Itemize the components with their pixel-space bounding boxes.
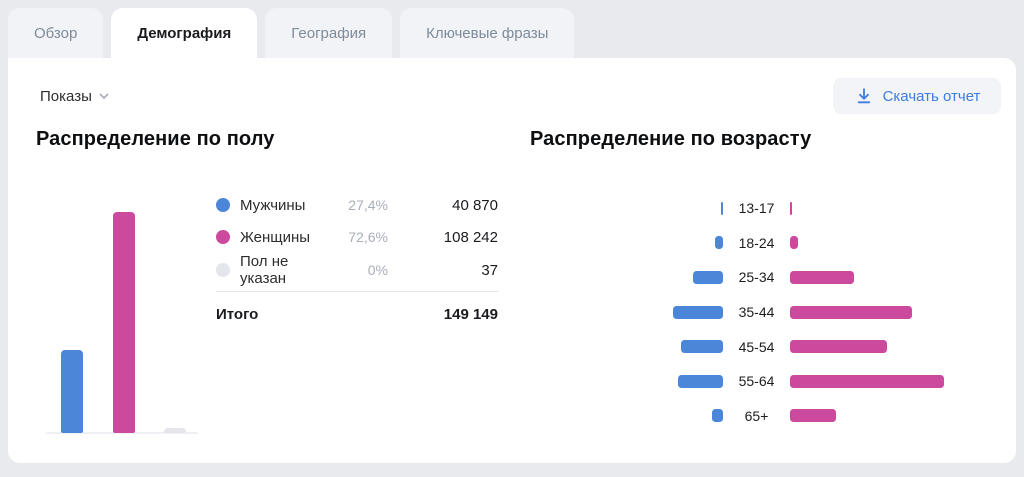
tab-overview[interactable]: Обзор [8,8,103,58]
age-group-label: 65+ [723,408,790,424]
stats-card: Показы Скачать отчет Распределение по по… [8,58,1016,463]
legend-percent: 72,6% [318,229,388,245]
age-row-65+: 65+ [545,399,1010,434]
age-men-zone [545,409,723,422]
age-bar-men [715,236,723,249]
age-men-zone [545,236,723,249]
age-group-label: 45-54 [723,339,790,355]
legend-row-unspecified: Пол не указан0%37 [216,253,498,285]
metric-dropdown-label: Показы [40,88,92,105]
age-women-zone [790,409,1010,422]
age-row-25-34: 25-34 [545,260,1010,295]
legend-label: Пол не указан [240,253,318,287]
age-group-label: 55-64 [723,373,790,389]
age-women-zone [790,306,1010,319]
gender-bar-unspecified [164,428,186,433]
age-bar-women [790,306,912,319]
gender-bar-men [61,350,83,433]
legend-label: Женщины [240,229,318,246]
age-row-35-44: 35-44 [545,295,1010,330]
age-row-45-54: 45-54 [545,329,1010,364]
age-bar-men [681,340,723,353]
age-bar-women [790,271,854,284]
legend-total-row: Итого 149 149 [216,291,498,336]
tab-geography[interactable]: География [265,8,392,58]
age-bar-women [790,340,887,353]
age-women-zone [790,202,1010,215]
legend-percent: 27,4% [318,197,388,213]
age-bar-women [790,375,944,388]
legend-row-men: Мужчины27,4%40 870 [216,189,498,221]
tab-bar: ОбзорДемографияГеографияКлючевые фразы [8,8,574,58]
age-men-zone [545,340,723,353]
age-women-zone [790,236,1010,249]
age-women-zone [790,340,1010,353]
age-group-label: 13-17 [723,200,790,216]
legend-total-label: Итого [216,306,388,323]
age-group-label: 25-34 [723,269,790,285]
download-report-label: Скачать отчет [883,88,981,105]
age-bar-men [693,271,723,284]
age-bar-women [790,409,836,422]
age-bar-men [712,409,723,422]
gender-bar-women [113,212,135,433]
age-men-zone [545,306,723,319]
legend-percent: 0% [318,262,388,278]
age-bar-men [678,375,723,388]
age-women-zone [790,375,1010,388]
age-bar-women [790,236,798,249]
legend-label: Мужчины [240,197,318,214]
age-bar-men [673,306,723,319]
chevron-down-icon [97,89,111,103]
gender-bar-chart [46,206,198,434]
legend-value: 40 870 [388,197,498,214]
legend-total-value: 149 149 [388,306,498,323]
age-group-label: 18-24 [723,235,790,251]
gender-chart-title: Распределение по полу [36,128,275,151]
tab-demography[interactable]: Демография [111,8,257,58]
age-women-zone [790,271,1010,284]
legend-value: 37 [388,262,498,279]
legend-value: 108 242 [388,229,498,246]
age-bar-women [790,202,792,215]
gender-legend: Мужчины27,4%40 870Женщины72,6%108 242Пол… [216,189,498,336]
legend-color-dot [216,263,230,277]
legend-color-dot [216,230,230,244]
age-row-13-17: 13-17 [545,191,1010,226]
download-icon [854,86,874,106]
age-group-label: 35-44 [723,304,790,320]
download-report-button[interactable]: Скачать отчет [833,78,1001,114]
age-bar-chart: 13-17 18-24 25-34 35-44 45-54 55-64 65+ [545,191,1010,433]
age-men-zone [545,202,723,215]
legend-color-dot [216,198,230,212]
metric-dropdown[interactable]: Показы [40,84,111,108]
age-chart-title: Распределение по возрасту [530,128,811,151]
age-men-zone [545,271,723,284]
age-men-zone [545,375,723,388]
legend-row-women: Женщины72,6%108 242 [216,221,498,253]
age-row-18-24: 18-24 [545,226,1010,261]
tab-key-phrases[interactable]: Ключевые фразы [400,8,574,58]
age-row-55-64: 55-64 [545,364,1010,399]
